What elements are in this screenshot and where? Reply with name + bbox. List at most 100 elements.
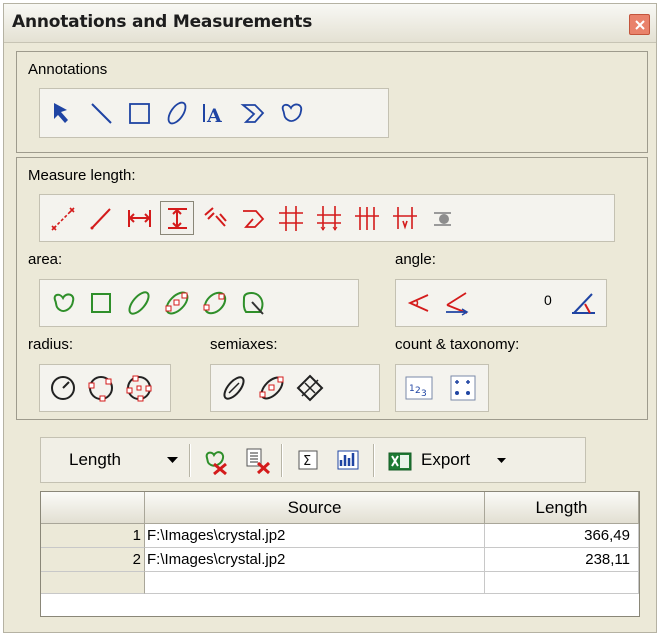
count-tools: 123 (395, 364, 489, 412)
chart-button[interactable] (331, 444, 365, 478)
vertical-distance-icon (168, 208, 187, 229)
excel-export-icon-button[interactable] (383, 444, 417, 478)
radius-icon (51, 376, 75, 400)
semiaxes-points-tool[interactable] (255, 371, 289, 405)
angle-three-point-tool[interactable] (402, 286, 436, 320)
radius-tools (39, 364, 171, 412)
rectangle-annotation-tool[interactable] (122, 96, 156, 130)
count-tool[interactable]: 123 (402, 371, 436, 405)
statistics-button[interactable]: Σ (291, 444, 325, 478)
points-ellipse-icon (165, 291, 189, 315)
grid-distance-tool-3[interactable] (350, 201, 384, 235)
radius-center-tool[interactable] (46, 371, 80, 405)
calibration-icon (434, 212, 451, 226)
radius-label: radius: (28, 336, 74, 353)
angle-label: angle: (395, 251, 436, 268)
angle-value: 0 (544, 292, 552, 308)
radius-multi-point-tool[interactable] (122, 371, 156, 405)
count-taxonomy-label: count & taxonomy: (395, 336, 520, 353)
grid-distance-tool-1[interactable] (274, 201, 308, 235)
point-area-tool-1[interactable] (160, 286, 194, 320)
horizontal-distance-icon (128, 210, 151, 227)
calibrated-distance-tool[interactable] (426, 201, 460, 235)
window-title: Annotations and Measurements (12, 12, 313, 32)
perpendicular-distance-icon (204, 207, 227, 227)
arrow-icon (54, 103, 68, 123)
results-table: Source Length 1 F:\Images\crystal.jp2 36… (40, 491, 640, 617)
semiaxes-ellipse-tool[interactable] (217, 371, 251, 405)
semiaxes-points-icon (259, 376, 284, 400)
line-annotation-tool[interactable] (84, 96, 118, 130)
semiaxes-cross-icon (296, 374, 324, 402)
grid-icon (279, 206, 303, 231)
table-cell-empty[interactable] (145, 572, 485, 594)
radius-three-point-tool[interactable] (84, 371, 118, 405)
line-length-tool[interactable] (84, 201, 118, 235)
export-button[interactable]: Export (421, 450, 470, 470)
rectangle-area-tool[interactable] (84, 286, 118, 320)
measurement-type-select[interactable]: Length (69, 450, 121, 470)
points-shape-icon (203, 291, 227, 315)
rectangle-icon (129, 103, 150, 124)
annotations-label: Annotations (28, 61, 108, 78)
point-distance-icon (51, 207, 75, 231)
text-annotation-tool[interactable]: A (198, 96, 232, 130)
table-cell-length[interactable]: 366,49 (485, 524, 639, 548)
row-number[interactable]: 2 (41, 548, 145, 572)
freehand-annotation-tool[interactable] (274, 96, 308, 130)
polyline-length-tool[interactable] (236, 201, 270, 235)
taxonomy-tool[interactable] (446, 371, 480, 405)
circle-multi-points-icon (126, 375, 152, 402)
row-number[interactable]: 1 (41, 524, 145, 548)
measure-length-label: Measure length: (28, 167, 136, 184)
magic-wand-area-tool[interactable] (236, 286, 270, 320)
table-cell-source[interactable]: F:\Images\crystal.jp2 (145, 548, 485, 572)
ellipse-icon (167, 101, 187, 125)
delete-selected-button[interactable] (199, 444, 233, 478)
perpendicular-distance-tool[interactable] (198, 201, 232, 235)
table-cell-empty[interactable] (485, 572, 639, 594)
angle-line-tool[interactable] (440, 286, 474, 320)
length-tools (39, 194, 615, 242)
row-number-empty[interactable] (41, 572, 145, 594)
column-header-length[interactable]: Length (485, 492, 639, 524)
grid-distance-tool-4[interactable] (388, 201, 422, 235)
horizontal-distance-tool[interactable] (122, 201, 156, 235)
circle-points-icon (88, 376, 113, 402)
toolbar-separator (281, 444, 283, 477)
table-cell-length[interactable]: 238,11 (485, 548, 639, 572)
sigma-icon: Σ (298, 450, 318, 470)
grid-distance-tool-2[interactable] (312, 201, 346, 235)
blank-icon (274, 286, 308, 320)
clear-list-button[interactable] (241, 444, 275, 478)
ellipse-area-tool[interactable] (122, 286, 156, 320)
chevron-down-icon[interactable] (167, 457, 178, 464)
polygon-icon (240, 104, 265, 123)
polygon-annotation-tool[interactable] (236, 96, 270, 130)
svg-text:Σ: Σ (303, 454, 311, 469)
table-cell-source[interactable]: F:\Images\crystal.jp2 (145, 524, 485, 548)
area-label: area: (28, 251, 63, 268)
point-distance-tool[interactable] (46, 201, 80, 235)
angle-arrow-icon (446, 292, 469, 316)
angle-measure-tool[interactable] (566, 286, 600, 320)
svg-text:2: 2 (415, 386, 421, 396)
chevron-down-icon[interactable] (497, 458, 506, 464)
area-extra-tool[interactable] (274, 286, 308, 320)
svg-text:1: 1 (409, 384, 415, 394)
toolbar-separator (189, 444, 191, 477)
semiaxes-cross-tool[interactable] (293, 371, 327, 405)
close-button[interactable] (629, 14, 650, 35)
freehand-area-icon (53, 293, 75, 312)
column-header-source[interactable]: Source (145, 492, 485, 524)
freehand-area-tool[interactable] (46, 286, 80, 320)
ellipse-annotation-tool[interactable] (160, 96, 194, 130)
semiaxes-tools (210, 364, 380, 412)
svg-text:A: A (206, 105, 222, 127)
taxonomy-icon (450, 375, 476, 401)
chart-icon (337, 450, 359, 470)
extra-annotation-tool[interactable] (312, 96, 346, 130)
select-arrow-tool[interactable] (46, 96, 80, 130)
vertical-distance-tool[interactable] (160, 201, 194, 235)
point-area-tool-2[interactable] (198, 286, 232, 320)
